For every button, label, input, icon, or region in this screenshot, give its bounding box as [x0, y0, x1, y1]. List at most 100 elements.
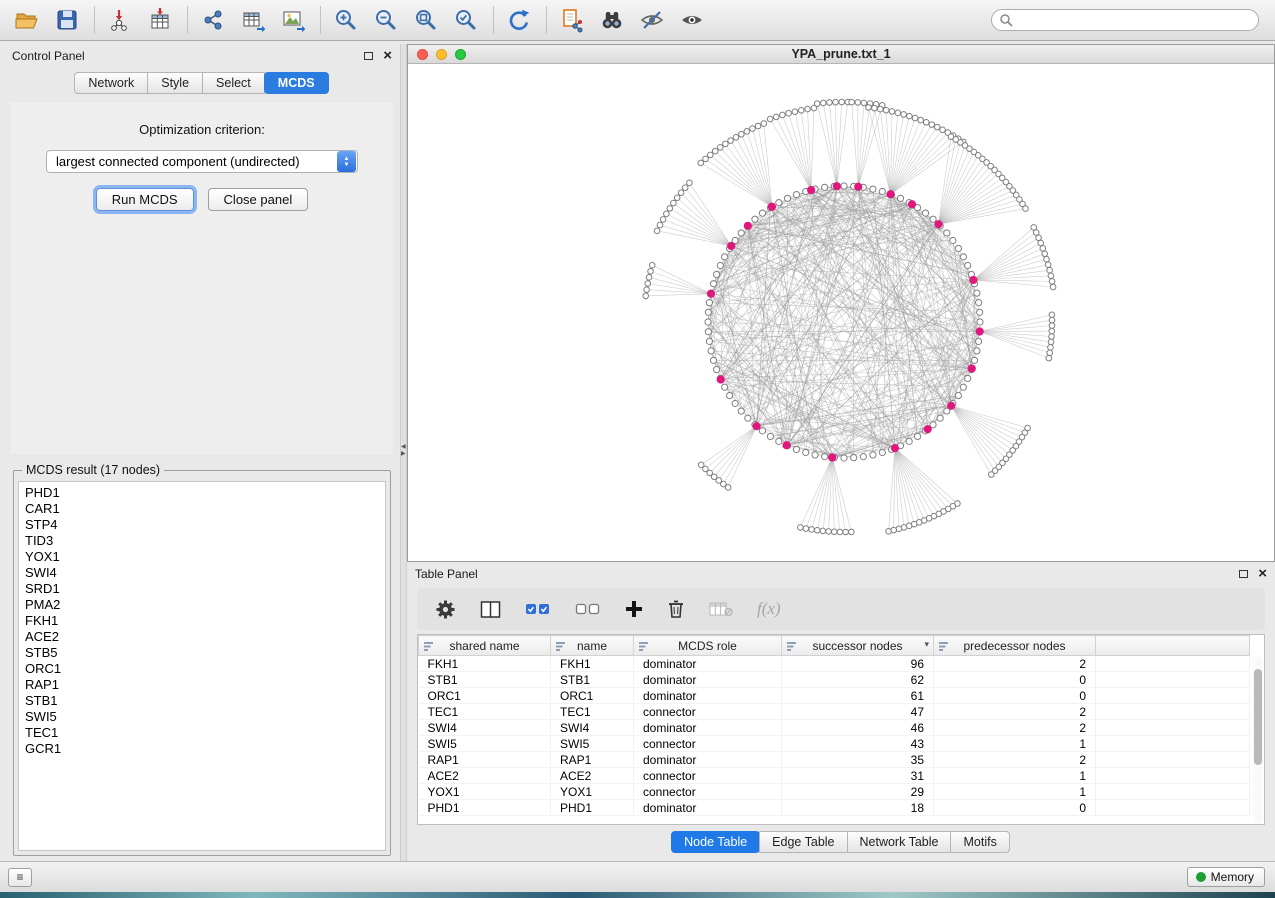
column-header-predecessor-nodes[interactable]: predecessor nodes — [934, 636, 1096, 656]
float-panel-icon[interactable] — [364, 52, 373, 60]
result-item[interactable]: STB1 — [25, 693, 379, 709]
control-panel: Control Panel × Network Style Select MCD… — [4, 44, 400, 862]
result-item[interactable]: PMA2 — [25, 597, 379, 613]
column-header-successor-nodes[interactable]: successor nodes▾ — [782, 636, 934, 656]
table-row[interactable]: YOX1YOX1connector291 — [419, 784, 1250, 800]
column-header-shared-name[interactable]: shared name — [419, 636, 551, 656]
run-mcds-button[interactable]: Run MCDS — [96, 188, 194, 211]
open-folder-icon[interactable] — [12, 6, 42, 34]
zoom-out-icon[interactable] — [371, 6, 401, 34]
table-row[interactable]: FKH1FKH1dominator962 — [419, 656, 1250, 672]
result-item[interactable]: SWI5 — [25, 709, 379, 725]
close-panel-icon[interactable]: × — [1258, 569, 1267, 579]
result-item[interactable]: YOX1 — [25, 549, 379, 565]
table-toolbar: f(x) — [417, 588, 1265, 630]
settings-gear-icon[interactable] — [435, 599, 456, 620]
sort-chevron-icon[interactable]: ▾ — [924, 639, 929, 650]
task-history-button[interactable]: ≡ — [8, 868, 32, 887]
unselect-all-columns-icon[interactable] — [575, 602, 601, 616]
panel-splitter[interactable]: ◀▶ — [400, 44, 407, 862]
export-network-icon[interactable] — [198, 6, 228, 34]
table-tabbar: Node Table Edge Table Network Table Moti… — [407, 828, 1275, 856]
import-network-icon[interactable] — [105, 6, 135, 34]
result-item[interactable]: GCR1 — [25, 741, 379, 757]
tab-mcds[interactable]: MCDS — [264, 72, 329, 94]
search-input[interactable] — [1014, 11, 1258, 29]
save-icon[interactable] — [52, 6, 82, 34]
result-item[interactable]: TEC1 — [25, 725, 379, 741]
import-table-icon[interactable] — [145, 6, 175, 34]
duplicate-network-icon[interactable] — [557, 6, 587, 34]
zoom-selected-icon[interactable] — [451, 6, 481, 34]
result-item[interactable]: SWI4 — [25, 565, 379, 581]
refresh-icon[interactable] — [504, 6, 534, 34]
zoom-in-icon[interactable] — [331, 6, 361, 34]
table-row[interactable]: TEC1TEC1connector472 — [419, 704, 1250, 720]
result-item[interactable]: RAP1 — [25, 677, 379, 693]
window-minimize-icon[interactable] — [436, 49, 447, 60]
result-item[interactable]: SRD1 — [25, 581, 379, 597]
search-network-icon[interactable] — [597, 6, 627, 34]
table-row[interactable]: RAP1RAP1dominator352 — [419, 752, 1250, 768]
result-item[interactable]: STB5 — [25, 645, 379, 661]
network-window-title: YPA_prune.txt_1 — [408, 47, 1274, 61]
result-item[interactable]: CAR1 — [25, 501, 379, 517]
table-row[interactable]: SWI4SWI4dominator462 — [419, 720, 1250, 736]
scrollbar-thumb[interactable] — [1254, 669, 1262, 765]
tab-node-table[interactable]: Node Table — [671, 831, 760, 853]
application-window: Control Panel × Network Style Select MCD… — [0, 0, 1275, 898]
export-table-icon[interactable] — [238, 6, 268, 34]
table-row[interactable]: SWI5SWI5connector431 — [419, 736, 1250, 752]
table-row[interactable]: STB1STB1dominator620 — [419, 672, 1250, 688]
node-table: shared name name MCDS role successor nod… — [417, 634, 1265, 825]
mcds-result-title: MCDS result (17 nodes) — [22, 463, 164, 477]
export-image-icon[interactable] — [278, 6, 308, 34]
optimization-dropdown[interactable]: largest connected component (undirected)… — [46, 150, 358, 173]
table-scrollbar[interactable] — [1253, 657, 1263, 823]
result-item[interactable]: STP4 — [25, 517, 379, 533]
tab-network-table[interactable]: Network Table — [847, 831, 952, 853]
result-item[interactable]: TID3 — [25, 533, 379, 549]
toolbar-separator — [493, 6, 494, 34]
column-type-icon — [939, 641, 949, 655]
hide-graphics-details-icon[interactable] — [637, 6, 667, 34]
mcds-result-list[interactable]: PHD1CAR1STP4TID3YOX1SWI4SRD1PMA2FKH1ACE2… — [18, 481, 386, 851]
table-row[interactable]: PHD1PHD1dominator180 — [419, 800, 1250, 816]
result-item[interactable]: ACE2 — [25, 629, 379, 645]
tab-select[interactable]: Select — [202, 72, 265, 94]
network-canvas[interactable] — [408, 64, 1274, 561]
toolbar-separator — [320, 6, 321, 34]
window-maximize-icon[interactable] — [455, 49, 466, 60]
desktop-wallpaper-strip — [0, 892, 1275, 898]
tab-style[interactable]: Style — [147, 72, 203, 94]
table-row[interactable]: ACE2ACE2connector311 — [419, 768, 1250, 784]
show-graphics-details-icon[interactable] — [677, 6, 707, 34]
control-panel-tabbar: Network Style Select MCDS — [4, 72, 400, 94]
list-icon: ≡ — [16, 870, 23, 884]
table-row[interactable]: ORC1ORC1dominator610 — [419, 688, 1250, 704]
window-close-icon[interactable] — [417, 49, 428, 60]
import-table-disabled-icon — [709, 601, 733, 617]
tab-motifs[interactable]: Motifs — [950, 831, 1009, 853]
result-item[interactable]: ORC1 — [25, 661, 379, 677]
delete-row-icon[interactable] — [667, 599, 685, 619]
close-panel-button[interactable]: Close panel — [208, 188, 309, 211]
column-header-mcds-role[interactable]: MCDS role — [634, 636, 782, 656]
tab-edge-table[interactable]: Edge Table — [759, 831, 847, 853]
result-item[interactable]: PHD1 — [25, 485, 379, 501]
show-columns-icon[interactable] — [480, 600, 501, 619]
tab-network[interactable]: Network — [74, 72, 148, 94]
splitter-arrows-icon[interactable]: ◀▶ — [401, 444, 406, 458]
zoom-fit-icon[interactable] — [411, 6, 441, 34]
close-panel-icon[interactable]: × — [383, 51, 392, 61]
table-panel-title: Table Panel — [415, 567, 478, 581]
float-panel-icon[interactable] — [1239, 570, 1248, 578]
optimization-criterion-label: Optimization criterion: — [11, 122, 393, 137]
select-all-columns-icon[interactable] — [525, 602, 551, 616]
add-row-icon[interactable] — [625, 600, 643, 618]
result-item[interactable]: FKH1 — [25, 613, 379, 629]
toolbar-separator — [546, 6, 547, 34]
memory-button[interactable]: Memory — [1187, 867, 1265, 887]
column-header-name[interactable]: name — [551, 636, 634, 656]
search-box[interactable] — [991, 9, 1259, 31]
